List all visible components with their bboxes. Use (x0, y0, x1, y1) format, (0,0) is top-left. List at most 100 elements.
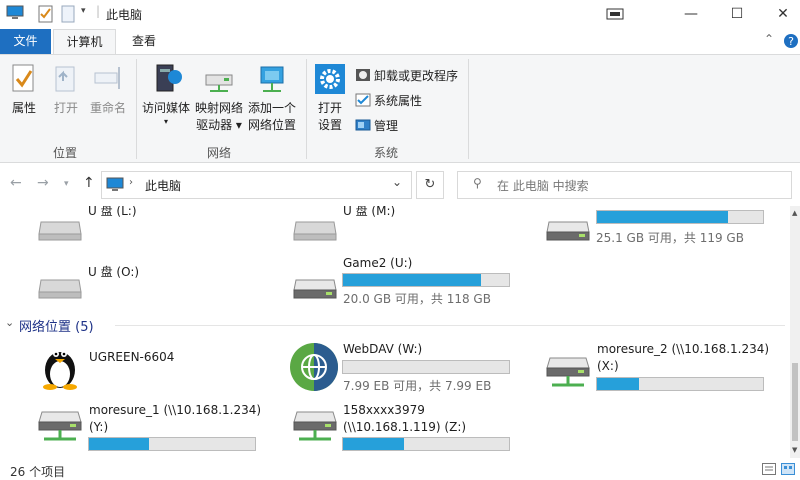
properties-quick-icon[interactable] (38, 5, 54, 23)
drive-usage-bar (342, 437, 510, 451)
back-icon[interactable]: ← (10, 175, 22, 191)
network-item[interactable]: moresure_2 (\\10.168.1.234) (X:) (540, 340, 780, 394)
details-view-icon[interactable] (762, 463, 776, 475)
breadcrumb[interactable]: 此电脑 (145, 177, 181, 194)
help-icon[interactable]: ? (783, 33, 799, 49)
ribbon-separator (136, 59, 137, 159)
drive-usage-fill (597, 211, 729, 223)
network-group-label: 网络 (207, 146, 232, 160)
forward-icon[interactable]: → (37, 175, 49, 191)
network-item-name: moresure_2 (\\10.168.1.234) (597, 342, 770, 356)
open-settings-label-1: 打开 (317, 101, 342, 115)
network-item[interactable]: UGREEN-6604 (35, 340, 275, 392)
scroll-down-icon[interactable]: ▼ (792, 446, 797, 454)
add-location-label-2: 网络位置 (247, 118, 296, 132)
title-bar: ▾ | 此电脑 — ☐ ✕ (0, 0, 800, 28)
open-icon (55, 66, 75, 92)
hard-drive-icon (546, 221, 590, 241)
ribbon-separator (468, 59, 469, 159)
network-locations-group-header[interactable]: ⌄ 网络位置 (5) (5, 316, 785, 335)
minimize-ribbon-icon[interactable]: ⌃ (764, 32, 774, 46)
minimize-button[interactable]: — (668, 0, 714, 28)
scrollbar-thumb[interactable] (792, 363, 798, 441)
drive-name: U 盘 (O:) (88, 265, 140, 279)
map-drive-label-1: 映射网络 (194, 101, 243, 115)
close-button[interactable]: ✕ (760, 0, 800, 28)
webdav-globe-icon (290, 343, 338, 391)
drive-capacity: 25.1 GB 可用，共 119 GB (596, 231, 744, 245)
svg-text:?: ? (788, 35, 794, 48)
system-group-label: 系统 (374, 146, 399, 160)
network-item-drive-letter: (X:) (597, 359, 619, 373)
search-icon: ⚲ (473, 176, 482, 190)
open-settings-button[interactable]: 打开 设置 (310, 63, 350, 134)
network-item[interactable]: moresure_1 (\\10.168.1.234) (Y:) (30, 396, 270, 452)
large-icons-view-icon[interactable] (781, 463, 795, 475)
drive-usage-bar (342, 273, 510, 287)
network-item[interactable]: WebDAV (W:) 7.99 EB 可用，共 7.99 EB (285, 340, 525, 394)
drive-item[interactable]: U 盘 (M:) (285, 206, 525, 246)
access-media-dropdown-icon: ▾ (163, 117, 168, 126)
ribbon-tabs: 文件 计算机 查看 ⌃ ? (0, 29, 800, 55)
drive-usage-fill (89, 438, 149, 450)
rename-button[interactable]: 重命名 (88, 63, 128, 117)
network-item-name: WebDAV (W:) (343, 342, 423, 356)
drive-name: Game2 (U:) (343, 256, 413, 270)
ribbon: 属性 打开 重命名 位置 访问媒体 ▾ 映射网络 驱动器 ▾ 添加一个 网络位置… (0, 54, 800, 163)
settings-gear-icon (315, 64, 345, 94)
tab-computer[interactable]: 计算机 (53, 29, 116, 55)
collapse-chevron-icon[interactable]: ⌄ (5, 316, 14, 329)
drive-item[interactable]: U 盘 (L:) (30, 206, 270, 246)
customize-quick-access-icon[interactable]: ▾ (81, 6, 86, 16)
manage-button[interactable]: 管理 (355, 115, 398, 135)
drive-usage-bar (342, 360, 510, 374)
window-title: 此电脑 (106, 8, 143, 22)
refresh-icon: ↻ (424, 177, 436, 192)
map-network-drive-button[interactable]: 映射网络 驱动器 ▾ (193, 63, 245, 134)
drive-item[interactable]: 25.1 GB 可用，共 119 GB (540, 206, 780, 246)
scroll-up-icon[interactable]: ▲ (792, 209, 797, 217)
properties-icon (12, 64, 34, 92)
hard-drive-icon (293, 279, 337, 299)
map-network-drive-icon (205, 74, 233, 92)
open-label: 打开 (53, 101, 78, 115)
rename-icon (94, 67, 120, 89)
address-dropdown-icon[interactable]: ⌄ (392, 175, 402, 189)
tab-file[interactable]: 文件 (0, 29, 51, 54)
ribbon-separator (306, 59, 307, 159)
search-placeholder: 在 此电脑 中搜索 (497, 179, 589, 193)
refresh-button[interactable]: ↻ (416, 171, 444, 199)
drive-usage-fill (343, 274, 481, 286)
drive-name: U 盘 (M:) (343, 206, 396, 218)
open-button[interactable]: 打开 (48, 63, 84, 117)
up-icon[interactable]: ↑ (83, 175, 95, 191)
maximize-button[interactable]: ☐ (714, 0, 760, 28)
system-properties-icon (355, 93, 371, 107)
recent-locations-icon[interactable]: ▾ (64, 179, 69, 189)
system-properties-button[interactable]: 系统属性 (355, 90, 422, 110)
recycle-bin-tray-icon[interactable] (606, 7, 624, 21)
add-network-location-icon (260, 66, 284, 92)
drive-item[interactable]: U 盘 (O:) (30, 256, 270, 302)
uninstall-program-button[interactable]: 卸载或更改程序 (355, 65, 458, 85)
network-drive-icon (546, 357, 590, 387)
breadcrumb-chevron-icon[interactable]: › (129, 177, 133, 188)
add-network-location-button[interactable]: 添加一个 网络位置 (246, 63, 298, 134)
manage-label: 管理 (374, 118, 399, 133)
tab-view[interactable]: 查看 (120, 29, 168, 54)
network-item[interactable]: 158xxxx3979 (\\10.168.1.119) (Z:) (285, 396, 525, 452)
status-bar (0, 458, 800, 480)
drive-usage-bar (596, 210, 764, 224)
access-media-icon (156, 64, 182, 92)
uninstall-label: 卸载或更改程序 (374, 68, 459, 83)
drive-usage-fill (343, 438, 405, 450)
network-drive-icon (293, 411, 337, 441)
network-item-name: UGREEN-6604 (89, 350, 175, 364)
location-group-label: 位置 (53, 146, 78, 160)
computer-icon[interactable] (6, 5, 24, 21)
properties-button[interactable]: 属性 (6, 63, 42, 117)
access-media-button[interactable]: 访问媒体 ▾ (140, 63, 192, 127)
drive-item[interactable]: Game2 (U:) 20.0 GB 可用，共 118 GB (285, 256, 525, 306)
drive-capacity: 20.0 GB 可用，共 118 GB (343, 292, 491, 306)
new-folder-quick-icon[interactable] (61, 5, 75, 23)
